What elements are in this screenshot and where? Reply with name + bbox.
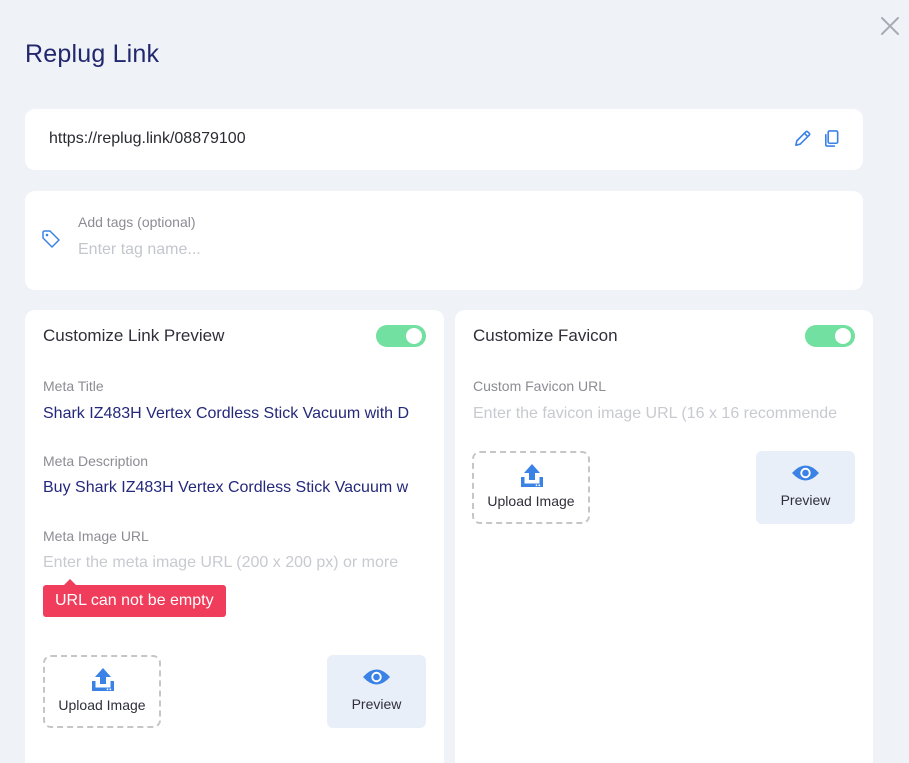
copy-link-button[interactable] — [822, 129, 841, 148]
error-tooltip: URL can not be empty — [43, 579, 226, 617]
preview-label: Preview — [780, 492, 831, 508]
toggle-knob — [835, 328, 851, 344]
link-preview-panel: Customize Link Preview Meta Title Meta D… — [25, 310, 444, 763]
close-icon — [881, 17, 899, 35]
eye-icon — [792, 465, 819, 481]
upload-label: Upload Image — [58, 697, 146, 713]
upload-icon — [92, 668, 114, 691]
favicon-url-label: Custom Favicon URL — [473, 378, 607, 394]
favicon-preview-button[interactable]: Preview — [756, 451, 855, 524]
tags-card: Add tags (optional) — [25, 191, 863, 290]
preview-button[interactable]: Preview — [327, 655, 426, 728]
short-link-url: https://replug.link/08879100 — [49, 130, 246, 147]
favicon-toggle[interactable] — [805, 325, 855, 347]
meta-description-input[interactable] — [43, 476, 428, 500]
link-actions — [793, 129, 841, 148]
modal-title: Replug Link — [25, 40, 160, 68]
meta-image-label: Meta Image URL — [43, 528, 149, 544]
close-button[interactable] — [879, 15, 901, 37]
link-preview-title: Customize Link Preview — [43, 326, 225, 345]
meta-description-label: Meta Description — [43, 453, 149, 469]
eye-icon — [363, 669, 390, 685]
favicon-title: Customize Favicon — [473, 326, 618, 345]
link-card: https://replug.link/08879100 — [25, 109, 863, 170]
favicon-upload-button[interactable]: Upload Image — [472, 451, 590, 524]
tags-input[interactable] — [78, 238, 778, 262]
tags-label: Add tags (optional) — [78, 214, 196, 230]
meta-title-label: Meta Title — [43, 378, 104, 394]
meta-image-input[interactable] — [43, 551, 428, 575]
tag-icon — [42, 230, 60, 248]
upload-image-button[interactable]: Upload Image — [43, 655, 161, 728]
favicon-url-input[interactable] — [473, 402, 858, 426]
meta-title-input[interactable] — [43, 402, 428, 426]
edit-link-button[interactable] — [793, 129, 812, 148]
copy-icon — [824, 130, 839, 147]
toggle-knob — [406, 328, 422, 344]
pencil-icon — [795, 130, 811, 146]
upload-label: Upload Image — [487, 493, 575, 509]
upload-icon — [521, 464, 543, 487]
preview-label: Preview — [351, 696, 402, 712]
link-preview-toggle[interactable] — [376, 325, 426, 347]
favicon-panel: Customize Favicon Custom Favicon URL Upl… — [455, 310, 873, 763]
